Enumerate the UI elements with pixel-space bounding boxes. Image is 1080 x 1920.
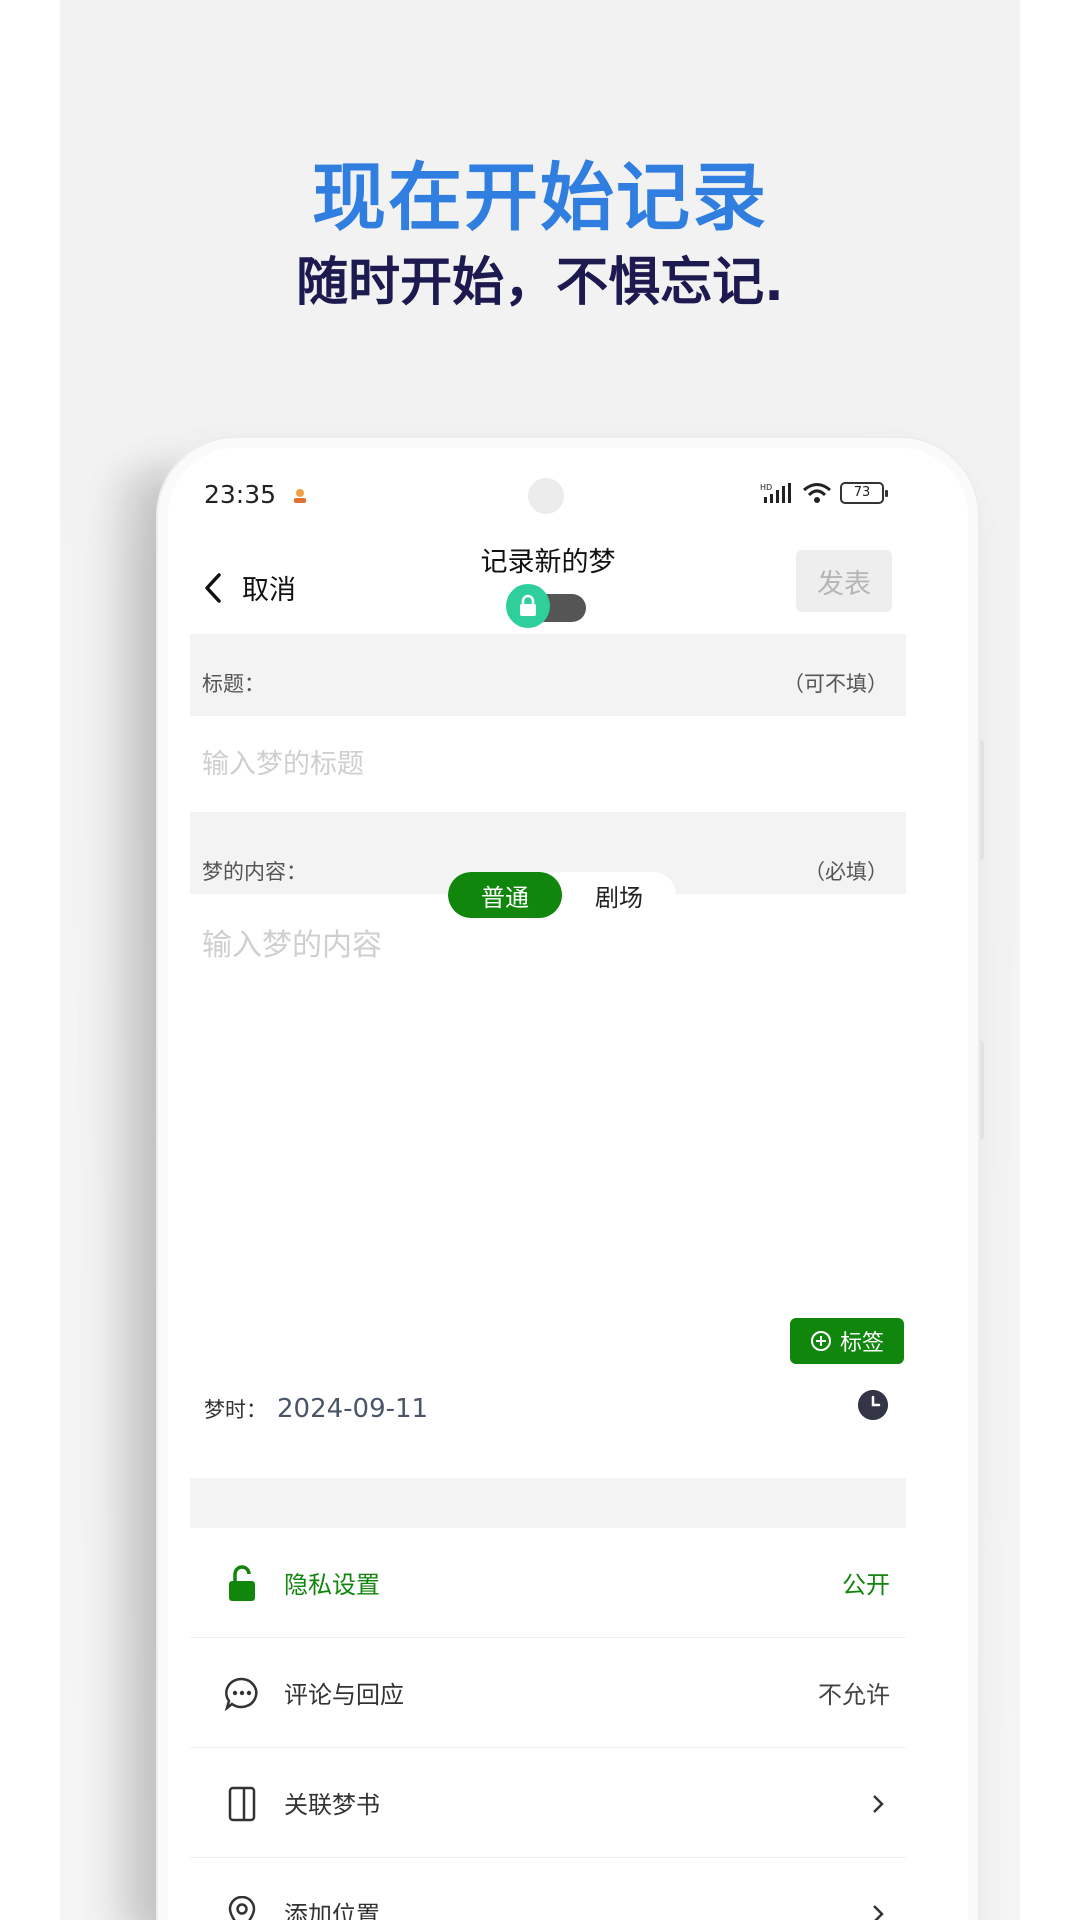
top-nav: 取消 记录新的梦 发表 [190,528,906,634]
lock-icon [520,594,536,616]
content-input[interactable] [202,920,892,1280]
privacy-settings-label: 隐私设置 [284,1571,380,1599]
dream-time-value[interactable]: 2024-09-11 [277,1394,428,1424]
toggle-knob [506,584,550,628]
dream-book-label: 关联梦书 [284,1791,380,1819]
notification-app-icon [294,489,306,503]
privacy-settings-value: 公开 [842,1571,890,1599]
chevron-right-icon [873,1795,884,1813]
phone-frame: 23:35 HD 73 取消 记录新的梦 发表 标题： （可不填） 输入梦的标题… [158,438,978,1920]
mode-theater-tab[interactable]: 剧场 [562,872,676,918]
clock-icon[interactable] [858,1390,888,1420]
signal-icon: HD [760,483,791,503]
private-lock-toggle[interactable] [506,584,590,628]
title-input[interactable] [202,732,892,796]
chat-bubble-icon [224,1674,260,1714]
plus-circle-icon [810,1331,831,1351]
status-icons: HD 73 [760,482,888,504]
title-label: 标题： [202,672,265,696]
comments-label: 评论与回应 [284,1681,404,1709]
add-tag-label: 标签 [839,1331,884,1356]
promo-poster: 现在开始记录 随时开始，不惧忘记. 23:35 HD 73 取消 记录新的梦 发… [60,0,1020,1920]
add-tag-button[interactable]: 标签 [790,1318,904,1364]
svg-text:HD: HD [760,483,772,492]
section-divider [190,1478,906,1528]
location-pin-icon [224,1894,260,1920]
chevron-right-icon [873,1905,884,1920]
app-screen: 23:35 HD 73 取消 记录新的梦 发表 标题： （可不填） 输入梦的标题… [190,468,906,1920]
title-section-header: 标题： （可不填） [190,634,906,716]
comments-value: 不允许 [818,1681,890,1709]
dream-time-label: 梦时： [204,1398,267,1422]
add-location-label: 添加位置 [284,1901,380,1920]
status-bar: 23:35 HD 73 [190,468,906,528]
content-mode-switch: 普通 剧场 [448,872,676,918]
dream-time-row: 梦时： 2024-09-11 [204,1394,428,1424]
book-icon [224,1784,260,1824]
wifi-icon [803,483,831,503]
front-camera [528,478,564,514]
content-required-note: （必填） [804,860,888,884]
title-optional-note: （可不填） [783,672,888,696]
privacy-settings-row[interactable]: 隐私设置 公开 [190,1528,906,1638]
comments-row[interactable]: 评论与回应 不允许 [190,1638,906,1748]
dream-book-row[interactable]: 关联梦书 [190,1748,906,1858]
content-label: 梦的内容： [202,860,307,884]
status-time: 23:35 [204,480,277,509]
poster-headline: 现在开始记录 [312,155,768,241]
battery-indicator: 73 [840,482,888,504]
mode-normal-tab[interactable]: 普通 [448,872,562,918]
poster-subhead: 随时开始，不惧忘记. [296,253,784,313]
publish-button[interactable]: 发表 [796,550,892,612]
add-location-row[interactable]: 添加位置 [190,1858,906,1920]
settings-list: 隐私设置 公开 评论与回应 不允许 关联梦书 添加位置 [190,1528,906,1920]
lock-open-icon [224,1564,260,1604]
